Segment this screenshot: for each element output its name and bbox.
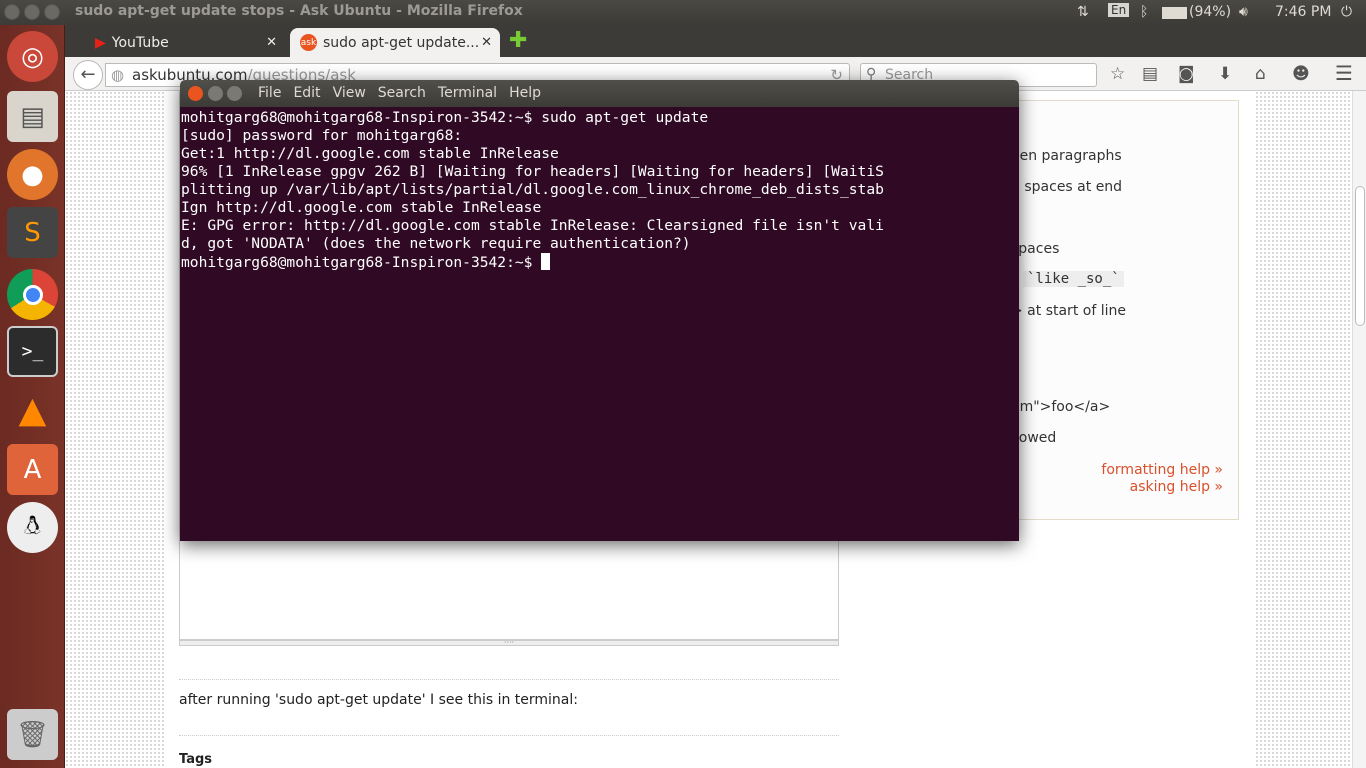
maximize-window-button[interactable]	[44, 4, 60, 20]
menu-help[interactable]: Help	[509, 85, 541, 101]
formatting-help-link[interactable]: formatting help »	[1101, 462, 1223, 478]
home-icon[interactable]: ⌂	[1255, 64, 1266, 84]
bookmark-star-icon[interactable]: ☆	[1110, 64, 1125, 84]
help-item-code: `like _so_`	[1023, 271, 1124, 287]
tab-bar: ▶ YouTube ✕ ask sudo apt-get update... ✕…	[65, 25, 1366, 57]
power-icon[interactable]: ⏻	[1341, 4, 1352, 20]
question-preview: after running 'sudo apt-get update' I se…	[179, 692, 578, 708]
tab-youtube[interactable]: ▶ YouTube ✕	[85, 28, 285, 57]
battery-percent: (94%)	[1189, 4, 1232, 20]
help-item: > at start of line	[1011, 303, 1126, 319]
help-item: om">foo</a>	[1011, 399, 1111, 415]
close-tab-icon[interactable]: ✕	[266, 35, 277, 50]
terminal-titlebar[interactable]: File Edit View Search Terminal Help	[180, 80, 1019, 107]
page-scrollbar[interactable]	[1352, 91, 1366, 768]
bluetooth-icon[interactable]: ᛒ	[1140, 4, 1148, 20]
chrome-icon[interactable]	[7, 269, 58, 320]
editor-resize-grip[interactable]: ····	[179, 639, 839, 647]
battery-icon[interactable]	[1162, 7, 1187, 19]
divider	[179, 735, 839, 736]
software-center-icon[interactable]: A	[7, 444, 58, 495]
help-item: 2 spaces at end	[1011, 179, 1123, 195]
close-tab-icon[interactable]: ✕	[481, 35, 492, 50]
terminal-line: plitting up /var/lib/apt/lists/partial/d…	[181, 181, 884, 198]
ubuntu-dash-icon[interactable]: ◎	[7, 31, 58, 82]
terminal-line: Get:1 http://dl.google.com stable InRele…	[181, 145, 559, 162]
top-panel: sudo apt-get update stops - Ask Ubuntu -…	[0, 0, 1366, 25]
terminal-line: Ign http://dl.google.com stable InReleas…	[181, 199, 542, 216]
terminal-menubar: File Edit View Search Terminal Help	[258, 85, 541, 101]
globe-icon: ◍	[111, 66, 125, 84]
files-icon[interactable]: ▤	[7, 91, 58, 142]
firefox-icon[interactable]: ●	[7, 149, 58, 200]
help-item: een paragraphs	[1011, 148, 1122, 164]
bookmarks-list-icon[interactable]: ▤	[1142, 64, 1158, 84]
back-button[interactable]: ←	[73, 60, 103, 90]
trash-icon[interactable]: 🗑︎	[7, 709, 58, 760]
new-tab-button[interactable]: ✚	[509, 28, 527, 53]
launcher: ◎ ▤ ● S >_ ▲ A 🐧︎ 🗑︎	[0, 25, 65, 768]
vlc-icon[interactable]: ▲	[7, 385, 58, 436]
tab-askubuntu[interactable]: ask sudo apt-get update... ✕	[290, 28, 500, 57]
terminal-maximize-button[interactable]	[227, 86, 242, 101]
youtube-icon: ▶	[95, 34, 106, 51]
page-background-right	[1255, 91, 1352, 768]
terminal-minimize-button[interactable]	[208, 86, 223, 101]
askubuntu-icon: ask	[300, 34, 317, 51]
pocket-icon[interactable]: ◙	[1178, 64, 1195, 84]
menu-icon[interactable]: ☰	[1335, 61, 1353, 85]
terminal-line: 96% [1 InRelease gpgv 262 B] [Waiting fo…	[181, 163, 884, 180]
divider	[179, 679, 839, 680]
close-window-button[interactable]	[4, 4, 20, 20]
terminal-output[interactable]: mohitgarg68@mohitgarg68-Inspiron-3542:~$…	[180, 107, 1019, 541]
terminal-line: [sudo] password for mohitgarg68:	[181, 127, 463, 144]
download-icon[interactable]: ⬇	[1218, 64, 1232, 84]
menu-file[interactable]: File	[258, 85, 281, 101]
page-background-left	[65, 91, 165, 768]
terminal-prompt: mohitgarg68@mohitgarg68-Inspiron-3542:~$	[181, 254, 542, 271]
volume-icon[interactable]: 🔊︎	[1239, 4, 1248, 20]
asking-help-link[interactable]: asking help »	[1130, 479, 1223, 495]
terminal-icon[interactable]: >_	[7, 326, 58, 377]
tags-label: Tags	[179, 752, 213, 767]
tab-label: sudo apt-get update...	[323, 34, 480, 51]
scrollbar-thumb[interactable]	[1355, 186, 1365, 326]
window-title: sudo apt-get update stops - Ask Ubuntu -…	[75, 3, 523, 19]
hello-icon[interactable]: ☻	[1292, 64, 1310, 84]
network-icon[interactable]: ⇅	[1077, 4, 1089, 20]
minimize-window-button[interactable]	[24, 4, 40, 20]
terminal-line: E: GPG error: http://dl.google.com stabl…	[181, 217, 884, 234]
keyboard-indicator[interactable]: En	[1108, 3, 1130, 17]
tab-label: YouTube	[111, 34, 169, 51]
menu-edit[interactable]: Edit	[293, 85, 320, 101]
terminal-close-button[interactable]	[188, 86, 203, 101]
terminal-cursor	[541, 253, 551, 270]
terminal-line: mohitgarg68@mohitgarg68-Inspiron-3542:~$…	[181, 109, 709, 126]
clock[interactable]: 7:46 PM	[1275, 4, 1331, 20]
terminal-window[interactable]: File Edit View Search Terminal Help mohi…	[180, 80, 1019, 541]
menu-view[interactable]: View	[333, 85, 366, 101]
menu-terminal[interactable]: Terminal	[438, 85, 497, 101]
sublime-text-icon[interactable]: S	[7, 207, 58, 258]
menu-search[interactable]: Search	[378, 85, 426, 101]
terminal-line: d, got 'NODATA' (does the network requir…	[181, 235, 691, 252]
penguin-icon[interactable]: 🐧︎	[7, 502, 58, 553]
